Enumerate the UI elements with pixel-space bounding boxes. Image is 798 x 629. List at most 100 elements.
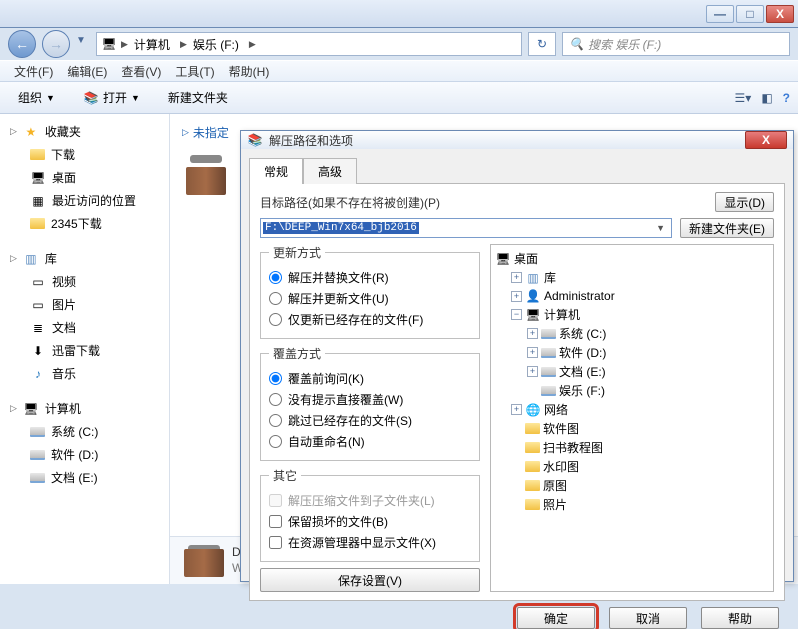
- desktop-icon: 🖥: [30, 170, 46, 186]
- destination-path-input[interactable]: F:\DEEP_Win7x64_bjb2016 ▼: [260, 218, 672, 238]
- newfolder-button[interactable]: 新建文件夹: [158, 86, 238, 109]
- view-options-icon[interactable]: ☰▾: [735, 91, 752, 105]
- tree-admin[interactable]: +👤Administrator: [495, 287, 769, 305]
- rar-file-icon: [182, 151, 230, 199]
- breadcrumb-computer[interactable]: 计算机: [132, 36, 176, 53]
- nav-history-dropdown[interactable]: ▼: [76, 35, 90, 53]
- user-icon: 👤: [525, 288, 541, 304]
- sidebar-item-desktop[interactable]: 🖥桌面: [4, 166, 165, 189]
- minimize-button[interactable]: —: [706, 5, 734, 23]
- sidebar-item-2345[interactable]: 2345下载: [4, 212, 165, 235]
- menu-tools[interactable]: 工具(T): [175, 63, 214, 80]
- folder-icon: [30, 149, 45, 160]
- close-button[interactable]: X: [766, 5, 794, 23]
- opt-extract-update[interactable]: 解压并更新文件(U): [269, 288, 471, 309]
- menu-file[interactable]: 文件(F): [14, 63, 53, 80]
- organize-button[interactable]: 组织▼: [8, 86, 65, 109]
- expand-icon[interactable]: +: [527, 328, 538, 339]
- expand-icon[interactable]: +: [527, 366, 538, 377]
- cancel-button[interactable]: 取消: [609, 607, 687, 629]
- newfolder-button[interactable]: 新建文件夹(E): [680, 218, 774, 238]
- tree-drive-e[interactable]: +文档 (E:): [495, 362, 769, 381]
- chk-show-explorer[interactable]: 在资源管理器中显示文件(X): [269, 532, 471, 553]
- sidebar-item-video[interactable]: ▭视频: [4, 270, 165, 293]
- sidebar-item-downloads[interactable]: 下载: [4, 143, 165, 166]
- dialog-close-button[interactable]: X: [745, 131, 787, 149]
- expand-icon[interactable]: +: [511, 404, 522, 415]
- path-dropdown-icon[interactable]: ▼: [652, 223, 669, 233]
- menu-view[interactable]: 查看(V): [121, 63, 161, 80]
- drive-icon: [541, 367, 556, 377]
- tree-drive-d[interactable]: +软件 (D:): [495, 343, 769, 362]
- tree-drive-f[interactable]: 娱乐 (F:): [495, 381, 769, 400]
- help-icon[interactable]: ?: [783, 91, 790, 105]
- pictures-icon: ▭: [30, 297, 46, 313]
- ok-button[interactable]: 确定: [517, 607, 595, 629]
- tree-computer[interactable]: −🖥计算机: [495, 305, 769, 324]
- drive-icon: [30, 473, 45, 483]
- display-button[interactable]: 显示(D): [715, 192, 774, 212]
- menu-help[interactable]: 帮助(H): [229, 63, 270, 80]
- folder-icon: [525, 442, 540, 453]
- sidebar-item-music[interactable]: ♪音乐: [4, 362, 165, 385]
- help-button[interactable]: 帮助: [701, 607, 779, 629]
- tree-folder-original[interactable]: 原图: [495, 476, 769, 495]
- preview-pane-icon[interactable]: ◧: [761, 91, 772, 105]
- tree-folder-software[interactable]: 软件图: [495, 419, 769, 438]
- folder-tree[interactable]: 🖥桌面 +▥库 +👤Administrator −🖥计算机 +系统 (C:) +…: [490, 244, 774, 592]
- back-button[interactable]: ←: [8, 30, 36, 58]
- favorites-header[interactable]: ▷★收藏夹: [4, 120, 165, 143]
- tree-libraries[interactable]: +▥库: [495, 268, 769, 287]
- sidebar-item-recent[interactable]: ▦最近访问的位置: [4, 189, 165, 212]
- opt-overwrite[interactable]: 没有提示直接覆盖(W): [269, 389, 471, 410]
- forward-button[interactable]: →: [42, 30, 70, 58]
- dialog-title: 解压路径和选项: [269, 132, 739, 149]
- breadcrumb-drive[interactable]: 娱乐 (F:): [191, 36, 245, 53]
- tree-folder-watermark[interactable]: 水印图: [495, 457, 769, 476]
- tab-general[interactable]: 常规: [249, 158, 303, 184]
- sidebar-item-drive-e[interactable]: 文档 (E:): [4, 466, 165, 489]
- save-settings-button[interactable]: 保存设置(V): [260, 568, 480, 592]
- opt-rename[interactable]: 自动重命名(N): [269, 431, 471, 452]
- tree-network[interactable]: +🌐网络: [495, 400, 769, 419]
- opt-skip[interactable]: 跳过已经存在的文件(S): [269, 410, 471, 431]
- navigation-sidebar: ▷★收藏夹 下载 🖥桌面 ▦最近访问的位置 2345下载 ▷▥库 ▭视频 ▭图片…: [0, 114, 170, 584]
- expand-icon[interactable]: +: [511, 291, 522, 302]
- tree-folder-photos[interactable]: 照片: [495, 495, 769, 514]
- chk-subfolder[interactable]: 解压压缩文件到子文件夹(L): [269, 490, 471, 511]
- maximize-button[interactable]: □: [736, 5, 764, 23]
- video-icon: ▭: [30, 274, 46, 290]
- chk-keep-broken[interactable]: 保留损坏的文件(B): [269, 511, 471, 532]
- download-icon: ⬇: [30, 343, 46, 359]
- opt-extract-replace[interactable]: 解压并替换文件(R): [269, 267, 471, 288]
- sidebar-item-documents[interactable]: ≣文档: [4, 316, 165, 339]
- expand-icon[interactable]: +: [527, 347, 538, 358]
- computer-icon: 🖥: [23, 401, 39, 417]
- sidebar-item-drive-d[interactable]: 软件 (D:): [4, 443, 165, 466]
- sidebar-item-xunlei[interactable]: ⬇迅雷下载: [4, 339, 165, 362]
- tree-desktop[interactable]: 🖥桌面: [495, 249, 769, 268]
- tree-drive-c[interactable]: +系统 (C:): [495, 324, 769, 343]
- search-icon: 🔍: [569, 37, 584, 51]
- open-button[interactable]: 📚打开▼: [73, 86, 150, 109]
- collapse-icon[interactable]: −: [511, 309, 522, 320]
- desktop-icon: 🖥: [495, 251, 511, 267]
- sidebar-item-pictures[interactable]: ▭图片: [4, 293, 165, 316]
- address-bar[interactable]: 🖥 ▶ 计算机 ▶ 娱乐 (F:) ▶: [96, 32, 522, 56]
- tab-advanced[interactable]: 高级: [303, 158, 357, 184]
- sidebar-item-drive-c[interactable]: 系统 (C:): [4, 420, 165, 443]
- tree-folder-scan[interactable]: 扫书教程图: [495, 438, 769, 457]
- drive-icon: [541, 386, 556, 396]
- opt-freshen-only[interactable]: 仅更新已经存在的文件(F): [269, 309, 471, 330]
- expand-icon[interactable]: +: [511, 272, 522, 283]
- computer-header[interactable]: ▷🖥计算机: [4, 397, 165, 420]
- search-input[interactable]: 🔍 搜索 娱乐 (F:): [562, 32, 790, 56]
- drive-icon: [30, 450, 45, 460]
- menu-edit[interactable]: 编辑(E): [67, 63, 107, 80]
- refresh-button[interactable]: ↻: [528, 32, 556, 56]
- opt-ask[interactable]: 覆盖前询问(K): [269, 368, 471, 389]
- document-icon: ≣: [30, 320, 46, 336]
- drive-icon: [30, 427, 45, 437]
- winrar-icon: 📚: [247, 132, 263, 148]
- libraries-header[interactable]: ▷▥库: [4, 247, 165, 270]
